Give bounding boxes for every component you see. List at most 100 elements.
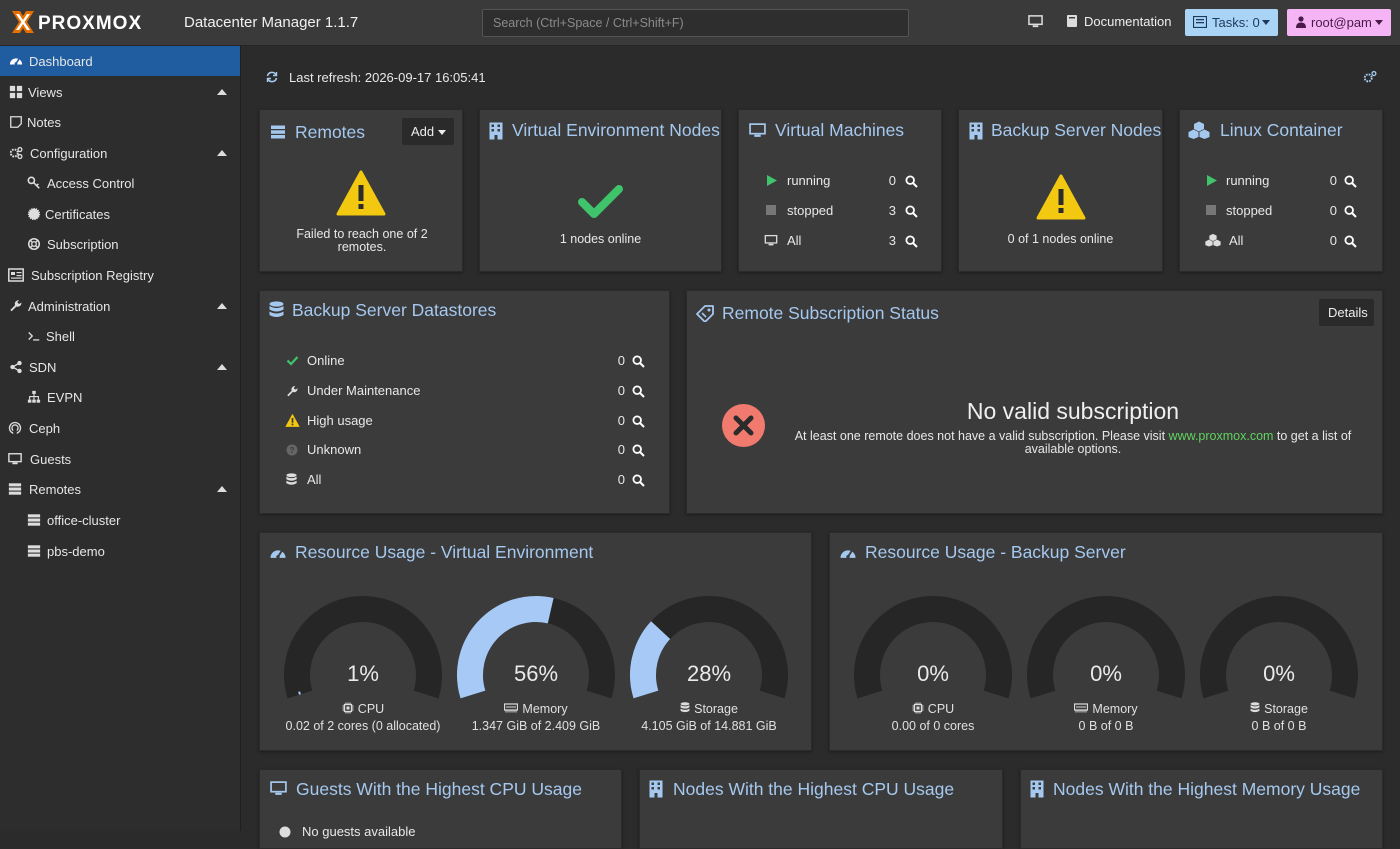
gauge-value: 56% xyxy=(513,661,559,686)
cpu-icon xyxy=(342,702,354,716)
search-icon[interactable] xyxy=(905,205,918,218)
sidebar-item-label: Certificates xyxy=(45,207,111,222)
documentation-button[interactable]: Documentation xyxy=(1084,14,1171,29)
proxmox-logo[interactable]: PROXMOX xyxy=(10,9,168,35)
sidebar-item-access-control[interactable]: Access Control xyxy=(0,168,240,198)
user-menu-button[interactable]: root@pam xyxy=(1287,9,1391,36)
database-icon xyxy=(286,473,297,485)
sidebar-item-certificates[interactable]: Certificates xyxy=(0,199,240,229)
panel-title: Guests With the Highest CPU Usage xyxy=(296,779,582,799)
sidebar-item-sdn[interactable]: SDN xyxy=(0,352,240,382)
search-input[interactable]: Search (Ctrl+Space / Ctrl+Shift+F) xyxy=(482,9,909,37)
sidebar-item-pbs-demo[interactable]: pbs-demo xyxy=(0,536,240,566)
datastore-high-usage-label: High usage xyxy=(307,413,373,428)
sidebar: Dashboard Views Notes Configuration Acce… xyxy=(0,46,241,831)
search-icon[interactable] xyxy=(905,175,918,188)
search-icon[interactable] xyxy=(905,235,918,248)
desktop-icon xyxy=(270,781,287,795)
vm-stopped-label: stopped xyxy=(787,203,834,218)
gauge-value: 0% xyxy=(1090,661,1122,686)
checkmark-icon xyxy=(286,356,299,366)
desktop-icon xyxy=(8,453,22,465)
notes-icon xyxy=(10,116,22,128)
panel-title: Virtual Environment Nodes xyxy=(512,120,720,140)
gears-icon xyxy=(9,146,23,160)
sidebar-item-shell[interactable]: Shell xyxy=(0,321,240,351)
wrench-icon xyxy=(10,300,22,312)
gauge-cpu xyxy=(854,596,1012,699)
nodes-highest-memory-panel: Nodes With the Highest Memory Usage xyxy=(1020,769,1383,849)
sidebar-item-evpn[interactable]: EVPN xyxy=(0,382,240,412)
sidebar-item-label: Remotes xyxy=(29,482,82,497)
collapse-caret-icon[interactable] xyxy=(217,364,227,370)
pbs-nodes-message: 0 of 1 nodes online xyxy=(1007,232,1114,246)
error-circle-icon xyxy=(722,404,765,447)
sitemap-icon xyxy=(27,390,41,403)
search-icon[interactable] xyxy=(632,474,645,487)
database-icon xyxy=(269,301,284,317)
desktop-icon xyxy=(749,123,766,137)
datastore-unknown-label: Unknown xyxy=(307,442,362,457)
search-icon[interactable] xyxy=(1344,175,1357,188)
building-icon xyxy=(649,780,663,798)
chevron-down-icon xyxy=(1375,20,1383,25)
nodes-highest-cpu-panel: Nodes With the Highest CPU Usage xyxy=(639,769,1003,849)
desktop-icon[interactable] xyxy=(1028,14,1043,29)
search-icon[interactable] xyxy=(632,444,645,457)
search-icon[interactable] xyxy=(1344,205,1357,218)
refresh-icon[interactable] xyxy=(266,71,278,83)
cpu-icon xyxy=(912,702,924,716)
search-icon[interactable] xyxy=(632,385,645,398)
panel-title: Virtual Machines xyxy=(775,120,905,140)
gauge-fill xyxy=(298,691,301,695)
search-icon[interactable] xyxy=(632,415,645,428)
play-icon xyxy=(767,175,777,186)
collapse-caret-icon[interactable] xyxy=(217,89,227,95)
datastore-all-count: 0 xyxy=(617,472,625,487)
sidebar-item-administration[interactable]: Administration xyxy=(0,291,240,321)
add-remote-button[interactable]: Add xyxy=(402,118,454,145)
sidebar-item-views[interactable]: Views xyxy=(0,77,240,107)
sidebar-item-office-cluster[interactable]: office-cluster xyxy=(0,505,240,535)
checkmark-icon xyxy=(578,185,623,218)
sidebar-item-notes[interactable]: Notes xyxy=(0,107,240,137)
backup-datastores-panel: Backup Server Datastores Online 0 Under … xyxy=(259,290,670,514)
top-bar: PROXMOX Datacenter Manager 1.1.7 Search … xyxy=(0,0,1400,46)
chevron-down-icon xyxy=(1262,20,1270,25)
search-icon[interactable] xyxy=(632,355,645,368)
database-icon xyxy=(1250,702,1260,716)
gauge-fill xyxy=(630,621,671,699)
gauge-label: Storage xyxy=(629,702,789,716)
gears-icon[interactable] xyxy=(1363,70,1377,84)
sidebar-item-remotes[interactable]: Remotes xyxy=(0,474,240,504)
gauge-label: Memory xyxy=(1026,702,1186,716)
sidebar-item-ceph[interactable]: Ceph xyxy=(0,413,240,443)
sidebar-item-configuration[interactable]: Configuration xyxy=(0,138,240,168)
sidebar-item-dashboard[interactable]: Dashboard xyxy=(0,46,240,76)
collapse-caret-icon[interactable] xyxy=(217,303,227,309)
key-icon xyxy=(27,176,40,189)
server-icon xyxy=(27,545,41,557)
server-icon xyxy=(27,514,41,526)
tasks-button[interactable]: Tasks: 0 xyxy=(1185,9,1278,36)
search-icon[interactable] xyxy=(1344,235,1357,248)
collapse-caret-icon[interactable] xyxy=(217,486,227,492)
user-label: root@pam xyxy=(1311,15,1372,30)
proxmox-link[interactable]: www.proxmox.com xyxy=(1169,429,1274,443)
gauge-label-text: CPU xyxy=(927,702,955,716)
collapse-caret-icon[interactable] xyxy=(217,150,227,156)
gauge-detail: 0.02 of 2 cores (0 allocated) xyxy=(285,719,441,733)
database-icon xyxy=(680,702,690,716)
gauge-memory xyxy=(457,596,615,699)
sidebar-item-subscription-registry[interactable]: Subscription Registry xyxy=(0,260,240,290)
backup-server-nodes-panel: Backup Server Nodes 0 of 1 nodes online xyxy=(958,109,1163,272)
sidebar-item-label: Shell xyxy=(46,329,75,344)
sidebar-item-label: Access Control xyxy=(47,176,135,191)
ve-nodes-panel: Virtual Environment Nodes 1 nodes online xyxy=(479,109,722,272)
sidebar-item-subscription[interactable]: Subscription xyxy=(0,229,240,259)
details-button[interactable]: Details xyxy=(1319,299,1374,326)
ct-all-count: 0 xyxy=(1329,233,1337,248)
gauge-detail: 0 B of 0 B xyxy=(1251,719,1307,733)
cubes-icon xyxy=(1205,233,1221,247)
sidebar-item-guests[interactable]: Guests xyxy=(0,444,240,474)
